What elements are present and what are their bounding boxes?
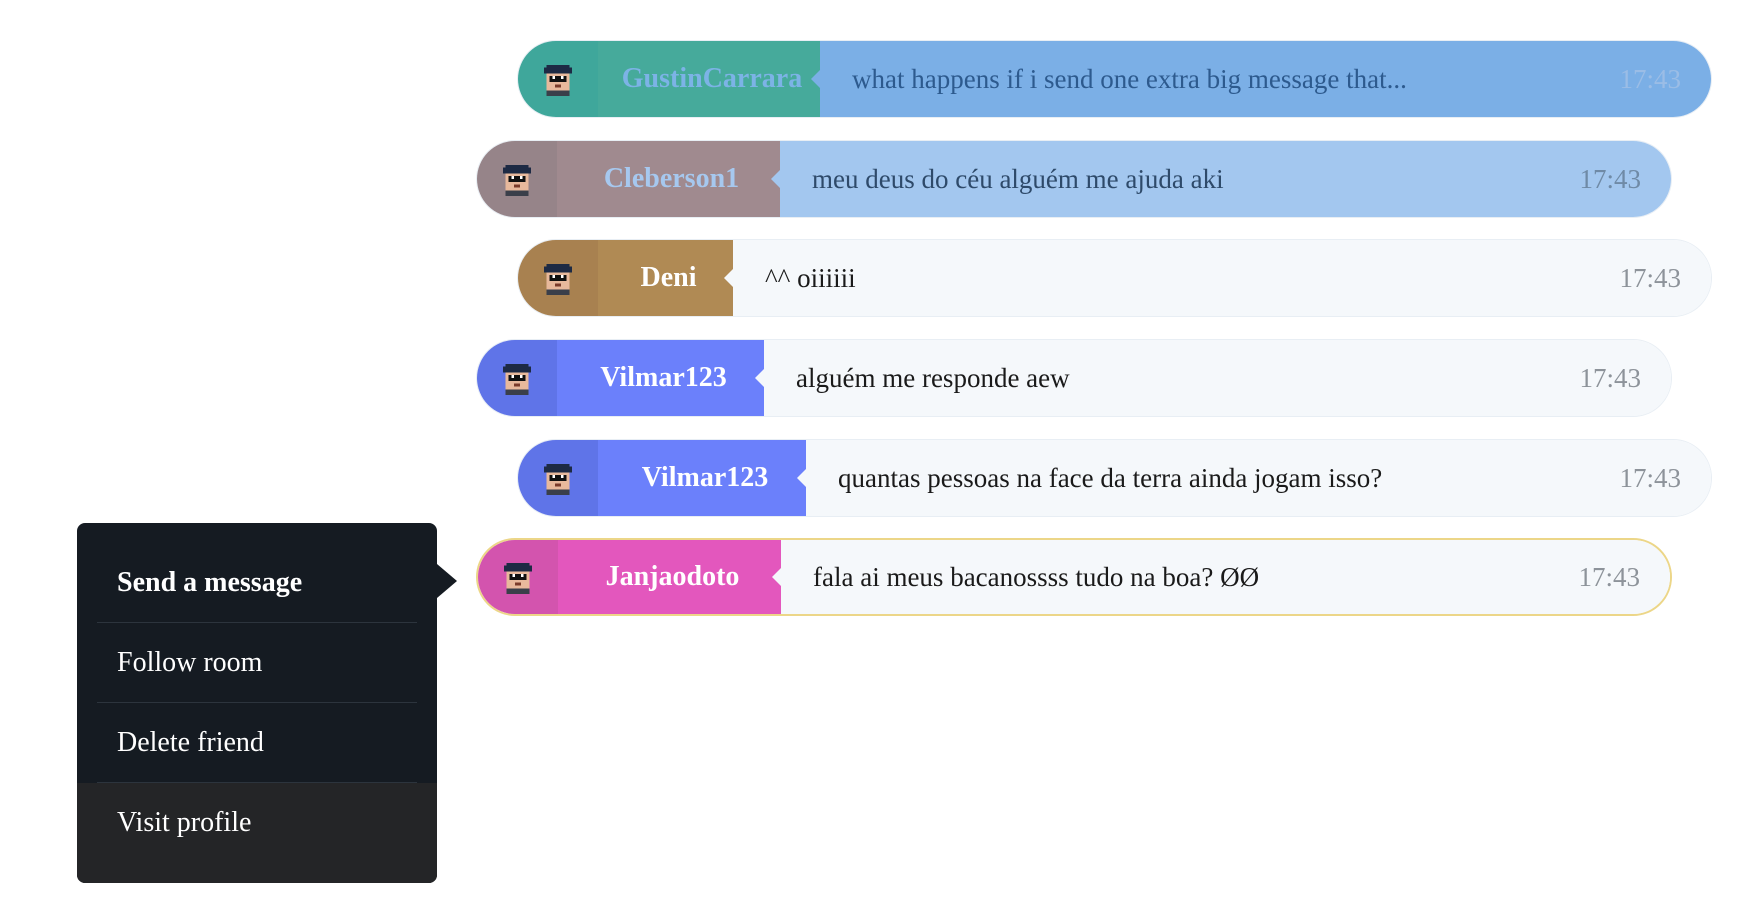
message-text: fala ai meus bacanossss tudo na boa? ØØ [813,561,1260,592]
pixel-avatar-icon [543,463,573,495]
username-text: Janjaodoto [605,561,740,592]
avatar[interactable] [518,41,598,117]
message-content: quantas pessoas na face da terra ainda j… [806,440,1711,516]
notch [755,368,765,388]
menu-item-label: Delete friend [117,726,264,758]
username-label[interactable]: Cleberson1 [557,141,781,217]
avatar[interactable] [477,340,557,416]
pixel-avatar-icon [543,64,573,96]
avatar[interactable] [518,240,598,316]
message-text: what happens if i send one extra big mes… [852,63,1407,94]
notch [724,268,734,288]
message-content: ^^ oiiiiii 17:43 [733,240,1711,316]
username-label[interactable]: Deni [598,240,734,316]
username-text: GustinCarrara [621,63,803,94]
context-menu-pointer [437,564,457,598]
message-content: alguém me responde aew 17:43 [764,340,1671,416]
chat-message-row[interactable]: Cleberson1 meu deus do céu alguém me aju… [476,140,1672,218]
avatar[interactable] [518,440,598,516]
pixel-avatar-icon [543,263,573,295]
message-time: 17:43 [1619,462,1681,493]
username-text: Deni [640,262,697,293]
message-text: quantas pessoas na face da terra ainda j… [838,462,1383,493]
message-text: meu deus do céu alguém me ajuda aki [812,163,1224,194]
username-text: Vilmar123 [600,362,727,393]
menu-item-send-message[interactable]: Send a message [97,523,417,623]
username-label[interactable]: Vilmar123 [557,340,765,416]
avatar[interactable] [478,540,558,614]
menu-item-label: Visit profile [117,807,252,838]
message-time: 17:43 [1619,262,1681,293]
chat-message-row[interactable]: GustinCarrara what happens if i send one… [517,40,1712,118]
notch [811,69,821,89]
menu-item-delete-friend[interactable]: Delete friend [97,703,417,783]
pixel-avatar-icon [503,562,533,594]
message-time: 17:43 [1579,362,1641,393]
chat-message-row[interactable]: Deni ^^ oiiiiii 17:43 [517,239,1712,317]
notch [797,468,807,488]
notch [772,567,782,587]
username-text: Vilmar123 [641,462,769,493]
message-text: ^^ oiiiiii [765,262,856,293]
message-time: 17:43 [1619,63,1681,94]
notch [771,169,781,189]
username-text: Cleberson1 [603,163,740,194]
chat-message-row[interactable]: Vilmar123 quantas pessoas na face da ter… [517,439,1712,517]
pixel-avatar-icon [502,363,532,395]
message-content: fala ai meus bacanossss tudo na boa? ØØ … [781,540,1670,614]
message-time: 17:43 [1579,163,1641,194]
message-content: what happens if i send one extra big mes… [820,41,1711,117]
context-menu: Send a message Follow room Delete friend… [77,523,437,883]
menu-item-label: Follow room [117,646,263,678]
message-text: alguém me responde aew [796,362,1070,393]
message-time: 17:43 [1578,561,1640,592]
chat-message-row[interactable]: Vilmar123 alguém me responde aew 17:43 [476,339,1672,417]
username-label[interactable]: Janjaodoto [558,540,782,614]
menu-item-visit-profile[interactable]: Visit profile [77,783,437,883]
username-label[interactable]: Vilmar123 [598,440,807,516]
pixel-avatar-icon [502,164,532,196]
avatar[interactable] [477,141,557,217]
message-content: meu deus do céu alguém me ajuda aki 17:4… [780,141,1671,217]
username-label[interactable]: GustinCarrara [598,41,821,117]
menu-item-follow-room[interactable]: Follow room [97,623,417,703]
chat-message-row-selected[interactable]: Janjaodoto fala ai meus bacanossss tudo … [476,538,1672,616]
menu-item-label: Send a message [117,566,303,598]
